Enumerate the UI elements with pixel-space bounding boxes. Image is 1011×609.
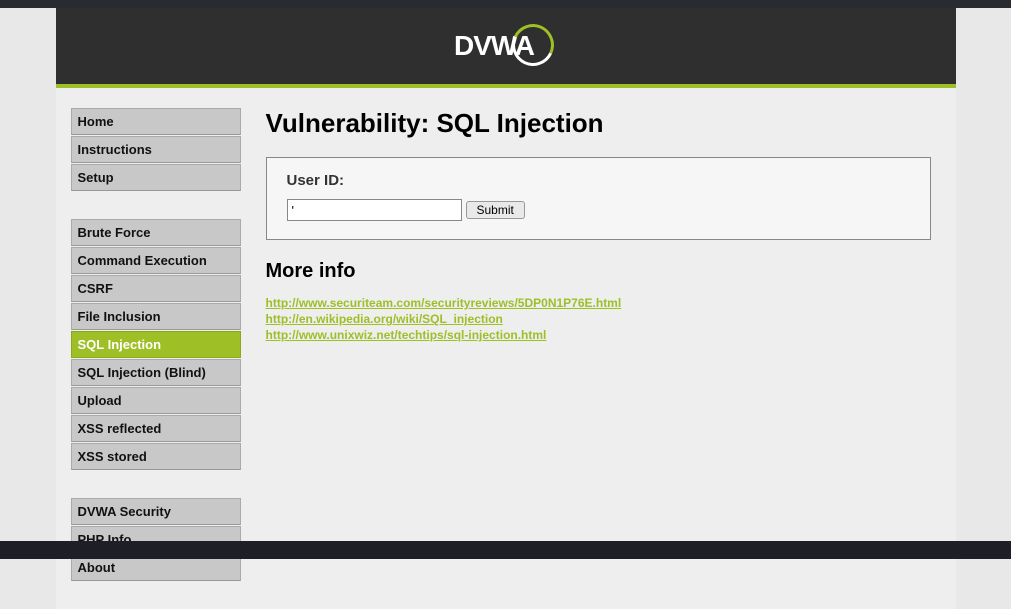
nav-item-command-execution[interactable]: Command Execution bbox=[71, 247, 241, 274]
nav-group-vulns: Brute Force Command Execution CSRF File … bbox=[71, 219, 241, 470]
nav-item-brute-force[interactable]: Brute Force bbox=[71, 219, 241, 246]
nav-item-xss-reflected[interactable]: XSS reflected bbox=[71, 415, 241, 442]
info-link[interactable]: http://www.securiteam.com/securityreview… bbox=[266, 295, 931, 311]
nav-item-home[interactable]: Home bbox=[71, 108, 241, 135]
header: DVWA bbox=[56, 8, 956, 88]
page-title: Vulnerability: SQL Injection bbox=[266, 108, 931, 139]
form-row: Submit bbox=[287, 199, 910, 221]
browser-footer bbox=[0, 541, 1011, 559]
user-id-input[interactable] bbox=[287, 199, 462, 221]
nav-item-file-inclusion[interactable]: File Inclusion bbox=[71, 303, 241, 330]
nav-group-main: Home Instructions Setup bbox=[71, 108, 241, 191]
nav-item-xss-stored[interactable]: XSS stored bbox=[71, 443, 241, 470]
sidebar: Home Instructions Setup Brute Force Comm… bbox=[71, 108, 241, 609]
nav-item-csrf[interactable]: CSRF bbox=[71, 275, 241, 302]
info-link[interactable]: http://en.wikipedia.org/wiki/SQL_injecti… bbox=[266, 311, 931, 327]
info-link[interactable]: http://www.unixwiz.net/techtips/sql-inje… bbox=[266, 327, 931, 343]
nav-item-sql-injection-blind[interactable]: SQL Injection (Blind) bbox=[71, 359, 241, 386]
more-info-heading: More info bbox=[266, 260, 931, 283]
logo-swirl-icon bbox=[512, 21, 557, 71]
logo: DVWA bbox=[454, 21, 557, 71]
nav-item-upload[interactable]: Upload bbox=[71, 387, 241, 414]
nav-item-instructions[interactable]: Instructions bbox=[71, 136, 241, 163]
body-row: Home Instructions Setup Brute Force Comm… bbox=[56, 88, 956, 609]
browser-topbar bbox=[0, 0, 1011, 8]
user-id-label: User ID: bbox=[287, 172, 910, 189]
nav-item-setup[interactable]: Setup bbox=[71, 164, 241, 191]
more-info-links: http://www.securiteam.com/securityreview… bbox=[266, 295, 931, 344]
form-box: User ID: Submit bbox=[266, 157, 931, 240]
nav-item-sql-injection[interactable]: SQL Injection bbox=[71, 331, 241, 358]
submit-button[interactable]: Submit bbox=[466, 201, 525, 219]
nav-group-meta: DVWA Security PHP Info About bbox=[71, 498, 241, 581]
nav-item-dvwa-security[interactable]: DVWA Security bbox=[71, 498, 241, 525]
page-container: DVWA Home Instructions Setup Brute Force… bbox=[56, 8, 956, 609]
main-content: Vulnerability: SQL Injection User ID: Su… bbox=[266, 108, 956, 609]
